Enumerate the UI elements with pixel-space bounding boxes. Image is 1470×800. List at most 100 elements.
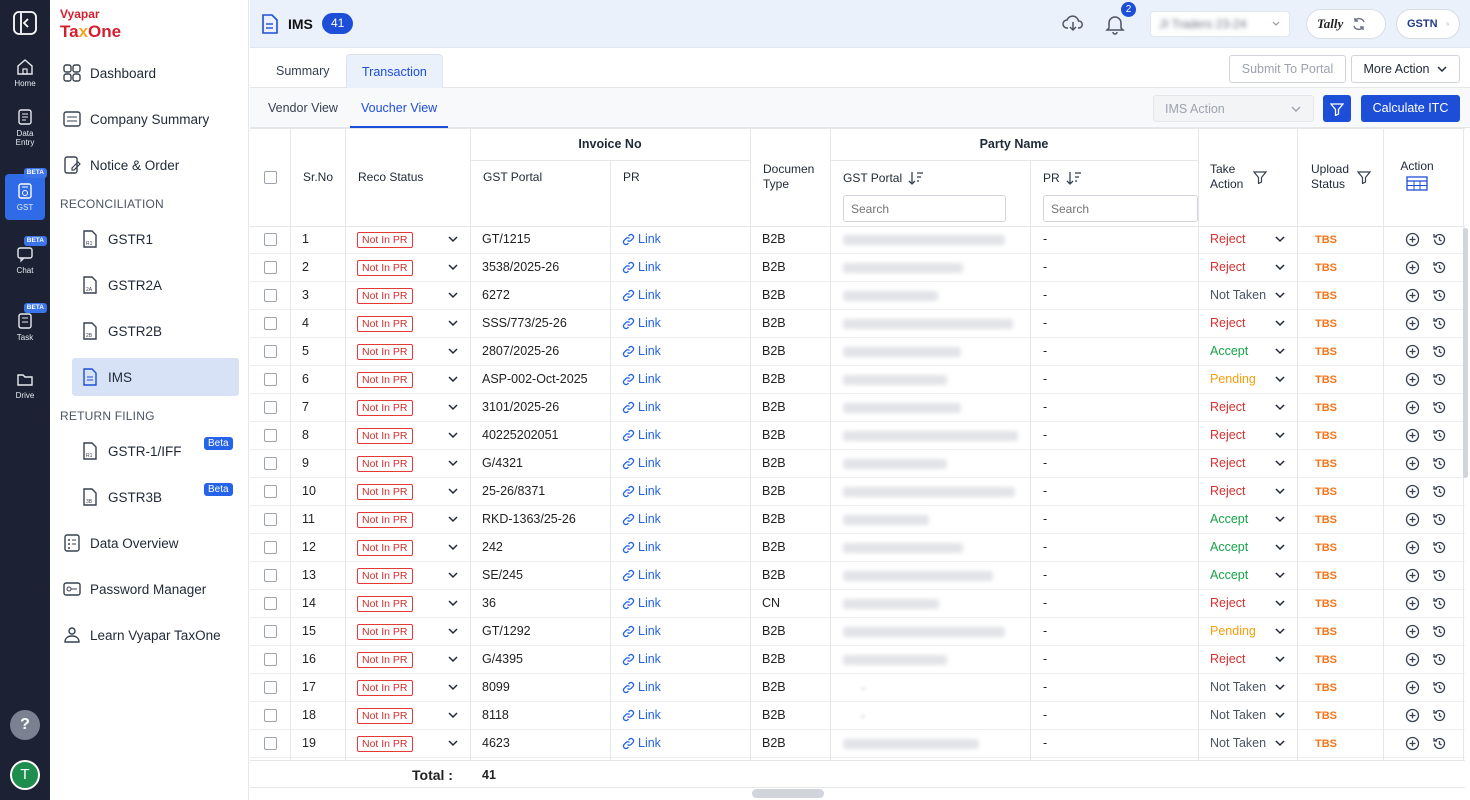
pr-link[interactable]: Link — [622, 260, 661, 274]
history-button[interactable] — [1432, 512, 1447, 530]
col-party-gst-portal[interactable]: GST Portal — [843, 170, 924, 186]
row-checkbox[interactable] — [264, 681, 277, 694]
calculate-itc-button[interactable]: Calculate ITC — [1361, 95, 1460, 122]
row-checkbox[interactable] — [264, 569, 277, 582]
history-button[interactable] — [1432, 372, 1447, 390]
pr-link[interactable]: Link — [622, 232, 661, 246]
sidebar-item-gstr1-iff[interactable]: R1 GSTR-1/IFF — [80, 433, 182, 469]
rail-data-entry[interactable]: Data Entry — [5, 108, 45, 147]
reco-status-dropdown[interactable] — [447, 709, 459, 724]
history-button[interactable] — [1432, 708, 1447, 726]
reco-status-dropdown[interactable] — [447, 653, 459, 668]
take-action-dropdown[interactable] — [1274, 317, 1286, 332]
rail-home[interactable]: Home — [5, 58, 45, 88]
history-icon[interactable] — [1432, 316, 1447, 331]
history-icon[interactable] — [1432, 736, 1447, 751]
history-icon[interactable] — [1432, 512, 1447, 527]
take-action-dropdown[interactable] — [1274, 261, 1286, 276]
row-checkbox[interactable] — [264, 317, 277, 330]
row-checkbox[interactable] — [264, 625, 277, 638]
party-gst-search-input[interactable] — [843, 195, 1006, 222]
add-action-button[interactable] — [1405, 260, 1420, 278]
history-button[interactable] — [1432, 400, 1447, 418]
history-button[interactable] — [1432, 680, 1447, 698]
sidebar-item-dashboard[interactable]: Dashboard — [62, 55, 156, 91]
take-action-dropdown[interactable] — [1274, 429, 1286, 444]
history-button[interactable] — [1432, 652, 1447, 670]
history-icon[interactable] — [1432, 596, 1447, 611]
reco-status-dropdown[interactable] — [447, 681, 459, 696]
tab-transaction[interactable]: Transaction — [346, 54, 443, 89]
history-button[interactable] — [1432, 568, 1447, 586]
add-icon[interactable] — [1405, 624, 1420, 639]
add-icon[interactable] — [1405, 400, 1420, 415]
history-icon[interactable] — [1432, 708, 1447, 723]
history-button[interactable] — [1432, 484, 1447, 502]
take-action-dropdown[interactable] — [1274, 373, 1286, 388]
add-action-button[interactable] — [1405, 596, 1420, 614]
history-button[interactable] — [1432, 596, 1447, 614]
add-icon[interactable] — [1405, 288, 1420, 303]
sidebar-item-notice-order[interactable]: Notice & Order — [62, 147, 179, 183]
history-icon[interactable] — [1432, 344, 1447, 359]
row-checkbox[interactable] — [264, 485, 277, 498]
take-action-dropdown[interactable] — [1274, 737, 1286, 752]
take-action-dropdown[interactable] — [1274, 289, 1286, 304]
reco-status-dropdown[interactable] — [447, 737, 459, 752]
history-button[interactable] — [1432, 344, 1447, 362]
pr-link[interactable]: Link — [622, 736, 661, 750]
help-button[interactable]: ? — [10, 710, 40, 740]
add-icon[interactable] — [1405, 736, 1420, 751]
take-action-dropdown[interactable] — [1274, 485, 1286, 500]
history-icon[interactable] — [1432, 484, 1447, 499]
add-icon[interactable] — [1405, 260, 1420, 275]
history-icon[interactable] — [1432, 400, 1447, 415]
history-icon[interactable] — [1432, 568, 1447, 583]
add-icon[interactable] — [1405, 428, 1420, 443]
rail-toggle-button[interactable] — [5, 10, 45, 38]
take-action-dropdown[interactable] — [1274, 541, 1286, 556]
reco-status-dropdown[interactable] — [447, 233, 459, 248]
take-action-dropdown[interactable] — [1274, 233, 1286, 248]
history-button[interactable] — [1432, 456, 1447, 474]
reco-status-dropdown[interactable] — [447, 429, 459, 444]
reco-status-dropdown[interactable] — [447, 373, 459, 388]
pr-link[interactable]: Link — [622, 288, 661, 302]
history-button[interactable] — [1432, 624, 1447, 642]
reco-status-dropdown[interactable] — [447, 457, 459, 472]
pr-link[interactable]: Link — [622, 456, 661, 470]
pr-link[interactable]: Link — [622, 484, 661, 498]
add-action-button[interactable] — [1405, 400, 1420, 418]
row-checkbox[interactable] — [264, 541, 277, 554]
take-action-dropdown[interactable] — [1274, 709, 1286, 724]
row-checkbox[interactable] — [264, 709, 277, 722]
sidebar-item-company-summary[interactable]: Company Summary — [62, 101, 209, 137]
company-selector[interactable]: JI Traders 23-24 — [1150, 11, 1290, 37]
history-icon[interactable] — [1432, 456, 1447, 471]
reco-status-dropdown[interactable] — [447, 317, 459, 332]
add-icon[interactable] — [1405, 708, 1420, 723]
history-icon[interactable] — [1432, 652, 1447, 667]
history-button[interactable] — [1432, 736, 1447, 754]
add-action-button[interactable] — [1405, 652, 1420, 670]
add-icon[interactable] — [1405, 316, 1420, 331]
history-button[interactable] — [1432, 428, 1447, 446]
reco-status-dropdown[interactable] — [447, 289, 459, 304]
row-checkbox[interactable] — [264, 233, 277, 246]
pr-link[interactable]: Link — [622, 372, 661, 386]
add-action-button[interactable] — [1405, 232, 1420, 250]
sidebar-item-gstr1[interactable]: R1 GSTR1 — [80, 221, 153, 257]
history-icon[interactable] — [1432, 232, 1447, 247]
gstn-sync-button[interactable]: GSTN — [1396, 9, 1460, 39]
bell-icon[interactable] — [1104, 13, 1126, 35]
sidebar-item-gstr2a[interactable]: 2A GSTR2A — [80, 267, 162, 303]
add-action-button[interactable] — [1405, 428, 1420, 446]
pr-link[interactable]: Link — [622, 680, 661, 694]
sidebar-item-learn[interactable]: Learn Vyapar TaxOne — [62, 617, 221, 653]
filter-button[interactable] — [1323, 95, 1351, 122]
reco-status-dropdown[interactable] — [447, 541, 459, 556]
sidebar-item-gstr2b[interactable]: 2B GSTR2B — [80, 313, 162, 349]
add-action-button[interactable] — [1405, 316, 1420, 334]
pr-link[interactable]: Link — [622, 316, 661, 330]
avatar[interactable]: T — [10, 760, 40, 790]
